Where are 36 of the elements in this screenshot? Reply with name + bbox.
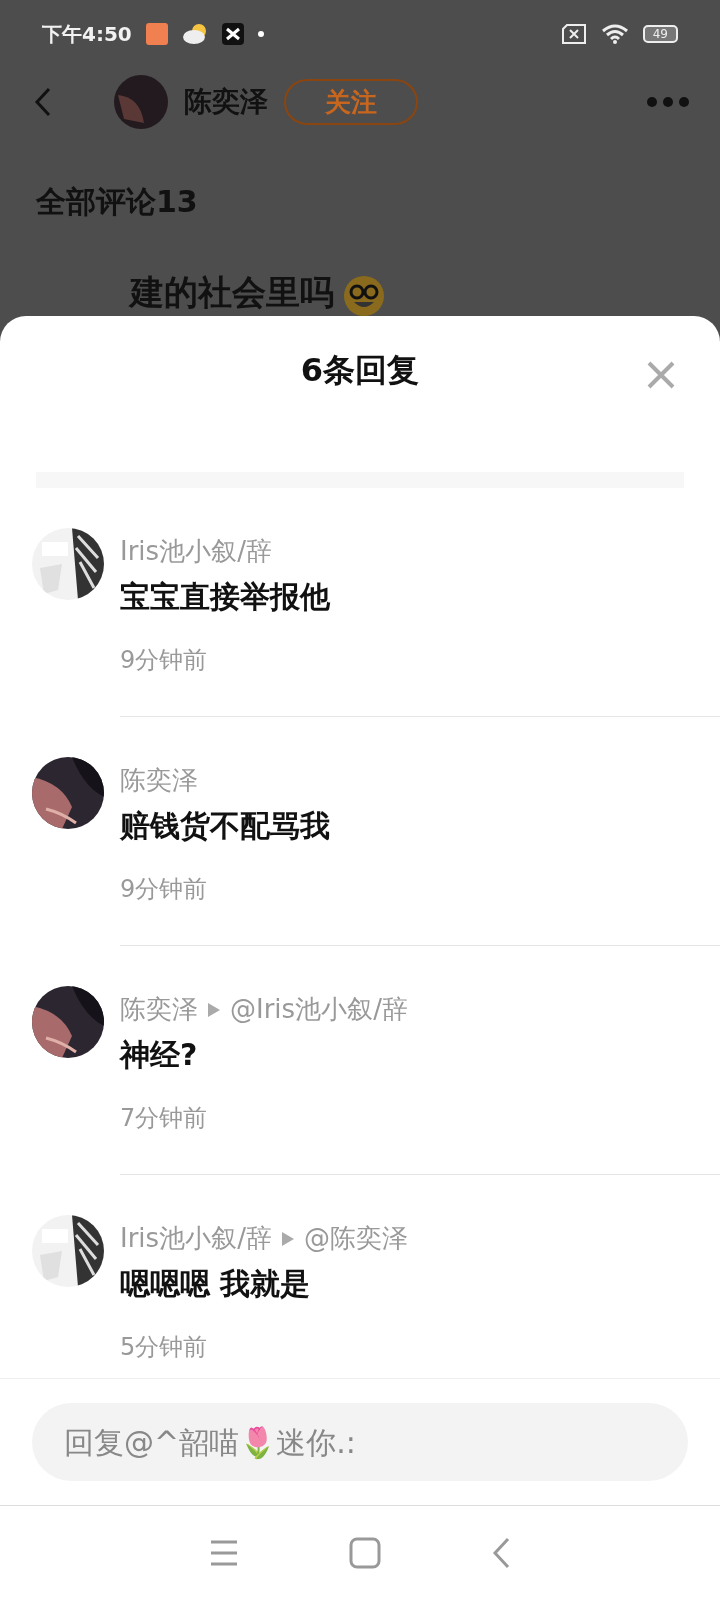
close-icon[interactable] — [646, 360, 676, 390]
author-name: Iris池小叙/辞 — [120, 1222, 272, 1255]
follow-button[interactable]: 关注 — [284, 79, 418, 125]
home-icon[interactable] — [349, 1537, 381, 1569]
back-icon[interactable] — [34, 87, 52, 117]
author-name: 陈奕泽 — [120, 764, 198, 797]
user-name: 陈奕泽 — [184, 84, 268, 120]
dot-icon — [257, 31, 264, 37]
reply-time: 9分钟前 — [120, 645, 209, 676]
reply-to-name: @Iris池小叙/辞 — [230, 993, 408, 1026]
reply-time: 7分钟前 — [120, 1103, 209, 1134]
reply-time: 5分钟前 — [120, 1332, 209, 1363]
triangle-icon — [281, 1231, 294, 1246]
nerd-face-icon — [344, 276, 384, 316]
author-name: Iris池小叙/辞 — [120, 535, 272, 568]
menu-icon[interactable] — [209, 1539, 239, 1567]
reply-time: 9分钟前 — [120, 874, 209, 905]
app-icon — [221, 23, 244, 45]
no-sim-icon — [560, 24, 587, 44]
back-icon[interactable] — [491, 1537, 511, 1569]
comment-text: 建的社会里吗 — [130, 271, 334, 314]
sheet-title: 6条回复 — [300, 350, 420, 391]
author-name: 陈奕泽 — [120, 993, 198, 1026]
reply-to-name: @陈奕泽 — [303, 1222, 408, 1255]
reply-text: 宝宝直接举报他 — [120, 578, 331, 616]
triangle-icon — [208, 1002, 220, 1017]
wifi-icon — [600, 23, 629, 45]
reply-input[interactable]: 回复@^韶喵🌷迷你.: — [32, 1403, 688, 1481]
comments-heading: 全部评论13 — [36, 184, 198, 220]
more-icon[interactable] — [646, 96, 690, 108]
battery-level: 49 — [642, 25, 678, 43]
reply-text: 神经? — [120, 1036, 199, 1074]
status-time: 下午4:50 — [42, 20, 132, 48]
reply-text: 赔钱货不配骂我 — [120, 807, 331, 845]
weather-icon — [181, 23, 208, 45]
reply-text: 嗯嗯嗯 我就是 — [120, 1265, 312, 1303]
